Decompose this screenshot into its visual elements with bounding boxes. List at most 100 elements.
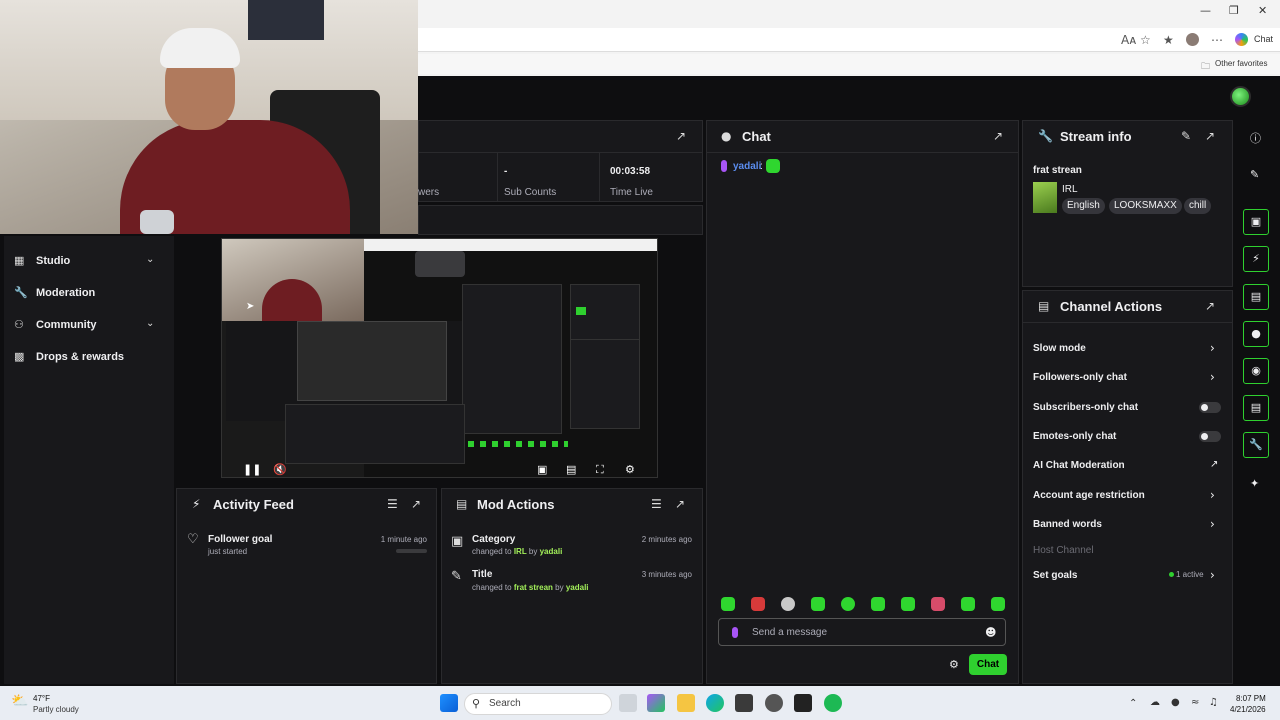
chevron-right-icon[interactable]: › (1210, 370, 1215, 384)
emote-5[interactable] (841, 597, 855, 611)
popout-icon[interactable]: ↗ (1205, 299, 1215, 313)
mute-icon[interactable]: 🔇 (273, 463, 287, 476)
clip-icon[interactable]: ▣ (1243, 209, 1269, 235)
popout-icon[interactable]: ↗ (1205, 129, 1215, 143)
subscribers-only-toggle[interactable] (1199, 402, 1221, 413)
emote-10[interactable] (991, 597, 1005, 611)
add-quick-action-icon[interactable]: ✦ (1250, 477, 1259, 490)
weather-temp[interactable]: 47°F (33, 694, 50, 703)
chat-send-button[interactable]: Chat (969, 654, 1007, 675)
favorite-star-icon[interactable]: ☆ (1140, 33, 1151, 47)
fullscreen-icon[interactable]: ⛶ (596, 463, 604, 477)
filter-icon[interactable]: ☰ (651, 497, 662, 511)
file-explorer-icon[interactable] (677, 694, 695, 712)
copilot-app-icon[interactable] (647, 694, 665, 712)
clock-date[interactable]: 4/21/2026 (1230, 705, 1266, 714)
chat-username[interactable]: yadali (733, 161, 761, 172)
notes-icon[interactable]: ▤ (1243, 284, 1269, 310)
slow-mode-row[interactable]: Slow mode (1033, 343, 1086, 354)
close-icon[interactable]: ✕ (1258, 4, 1267, 17)
sidebar-item-moderation[interactable]: 🔧 Moderation (14, 286, 95, 299)
weather-icon[interactable]: ⛅ (11, 693, 28, 709)
followers-only-row[interactable]: Followers-only chat (1033, 372, 1127, 383)
volume-icon[interactable]: ♫ (1209, 697, 1218, 708)
emote-3[interactable] (781, 597, 795, 611)
lightning-icon[interactable]: ⚡ (1243, 246, 1269, 272)
video-player[interactable] (221, 238, 658, 478)
minimize-icon[interactable]: — (1200, 4, 1211, 17)
sidebar-item-drops-rewards[interactable]: ▩ Drops & rewards (14, 350, 124, 363)
emote-6[interactable] (871, 597, 885, 611)
folder-icon: 🗀 (1201, 62, 1211, 72)
taskbar-search[interactable] (464, 693, 612, 715)
popout-icon[interactable]: ↗ (411, 497, 421, 511)
settings-gear-icon[interactable]: ⚙ (625, 463, 635, 476)
read-aloud-icon[interactable]: Aᴀ (1121, 33, 1136, 47)
start-icon[interactable] (440, 694, 458, 712)
edit-pencil-icon[interactable]: ✎ (1250, 168, 1259, 181)
mic-tray-icon[interactable]: ● (1171, 697, 1180, 708)
store-icon[interactable] (735, 694, 753, 712)
theater-mode-icon[interactable]: ▤ (566, 463, 576, 476)
emote-8[interactable] (931, 597, 945, 611)
copilot-chat-label[interactable]: Chat (1254, 34, 1273, 44)
edge-icon[interactable] (706, 694, 724, 712)
app-icon[interactable] (765, 694, 783, 712)
restore-icon[interactable]: ❐ (1229, 4, 1239, 17)
avatar[interactable] (1230, 86, 1251, 107)
layout-icon[interactable]: ▤ (1243, 395, 1269, 421)
tag-chill[interactable]: chill (1184, 198, 1212, 214)
chevron-right-icon[interactable]: › (1210, 517, 1215, 531)
set-goals-row[interactable]: Set goals (1033, 570, 1077, 581)
popout-icon[interactable]: ↗ (675, 497, 685, 511)
chevron-right-icon[interactable]: › (1210, 568, 1215, 582)
emoji-icon[interactable]: ☻ (985, 626, 996, 639)
stream-preview-header (418, 205, 703, 235)
pip-icon[interactable]: ▣ (537, 463, 547, 476)
copilot-icon[interactable] (1235, 33, 1248, 46)
emote-1[interactable] (721, 597, 735, 611)
emote-4[interactable] (811, 597, 825, 611)
external-link-icon[interactable]: ↗ (1210, 459, 1218, 470)
clock-time[interactable]: 8:07 PM (1236, 694, 1266, 703)
chat-settings-icon[interactable]: ⚙ (949, 658, 959, 671)
chevron-right-icon[interactable]: › (1210, 488, 1215, 502)
onedrive-icon[interactable]: ☁ (1150, 697, 1160, 708)
account-age-row[interactable]: Account age restriction (1033, 490, 1145, 501)
broadcast-icon[interactable]: ◉ (1243, 358, 1269, 384)
emote-9[interactable] (961, 597, 975, 611)
obs-icon[interactable] (794, 694, 812, 712)
filter-icon[interactable]: ☰ (387, 497, 398, 511)
info-icon[interactable]: ⓘ (1250, 130, 1261, 146)
tag-english[interactable]: English (1062, 198, 1105, 214)
spotify-icon[interactable] (824, 694, 842, 712)
other-favorites-link[interactable]: Other favorites (1215, 59, 1267, 68)
ai-chat-moderation-row[interactable]: AI Chat Moderation (1033, 460, 1125, 471)
tag-looksmaxx[interactable]: LOOKSMAXX (1109, 198, 1182, 214)
profile-icon[interactable] (1186, 33, 1199, 46)
popout-icon[interactable]: ↗ (676, 129, 686, 143)
mic-icon[interactable] (732, 627, 738, 638)
emotes-only-toggle[interactable] (1199, 431, 1221, 442)
wrench-icon[interactable]: 🔧 (1243, 432, 1269, 458)
emote-7[interactable] (901, 597, 915, 611)
sidebar-item-studio[interactable]: ▦ Studio (14, 254, 70, 267)
more-icon[interactable]: ⋯ (1211, 33, 1223, 47)
chevron-right-icon[interactable]: › (1210, 341, 1215, 355)
emote-2[interactable] (751, 597, 765, 611)
chevron-down-icon[interactable]: ⌄ (146, 254, 154, 265)
edit-pencil-icon[interactable]: ✎ (1181, 129, 1191, 143)
weather-desc[interactable]: Partly cloudy (33, 705, 79, 714)
sidebar-item-community[interactable]: ⚇ Community (14, 318, 97, 331)
chat-bubble-icon[interactable]: ● (1243, 321, 1269, 347)
favorites-list-icon[interactable]: ★ (1163, 33, 1174, 47)
category-name[interactable]: IRL (1062, 184, 1078, 195)
chevron-down-icon[interactable]: ⌄ (146, 318, 154, 329)
chevron-up-icon[interactable]: ⌃ (1129, 698, 1137, 709)
pause-icon[interactable]: ❚❚ (243, 463, 261, 476)
task-view-icon[interactable] (619, 694, 637, 712)
divider (497, 152, 498, 202)
banned-words-row[interactable]: Banned words (1033, 519, 1102, 530)
wifi-icon[interactable]: ≈ (1191, 697, 1199, 708)
popout-icon[interactable]: ↗ (993, 129, 1003, 143)
